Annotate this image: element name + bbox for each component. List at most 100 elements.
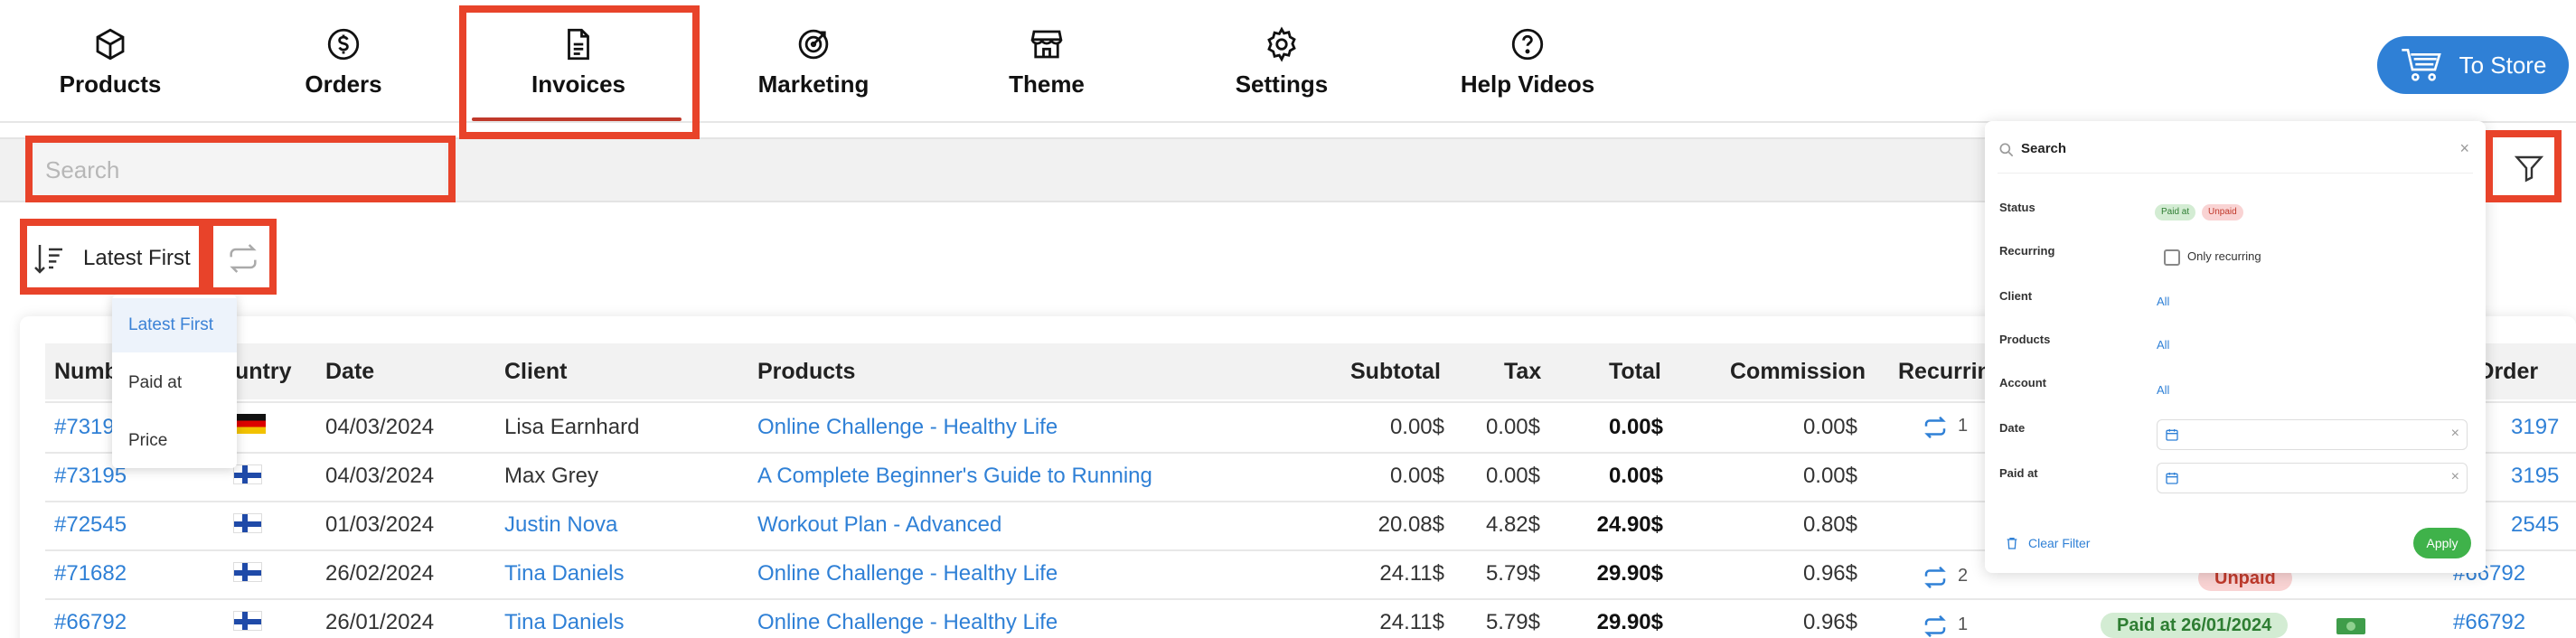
flag-finland-icon <box>233 513 262 533</box>
tax: 0.00$ <box>1485 464 1540 488</box>
filter-label-account: Account <box>1999 376 2046 389</box>
recurring-icon <box>1924 615 1946 638</box>
col-date[interactable]: Date <box>325 343 374 399</box>
tab-marketing-label: Marketing <box>757 70 870 98</box>
filter-label-client: Client <box>1999 289 2033 303</box>
order-link[interactable]: #66792 <box>2453 598 2525 638</box>
clear-date-icon[interactable]: × <box>2451 426 2459 442</box>
client-link[interactable]: Justin Nova <box>504 501 617 549</box>
invoice-number[interactable]: #66792 <box>54 598 127 638</box>
clear-paid-at-icon[interactable]: × <box>2451 469 2459 485</box>
tax: 5.79$ <box>1485 610 1540 634</box>
tab-help-videos-label: Help Videos <box>1460 70 1595 98</box>
order-link[interactable]: 3197 <box>2511 403 2559 452</box>
client-all-link[interactable]: All <box>2157 295 2169 308</box>
total: 24.90$ <box>1596 512 1663 537</box>
filter-label-date: Date <box>1999 421 2026 435</box>
invoice-date: 04/03/2024 <box>325 464 435 488</box>
sort-option-latest-first[interactable]: Latest First <box>112 298 237 352</box>
status-chip-unpaid[interactable]: Unpaid <box>2202 204 2243 220</box>
tab-settings[interactable]: Settings <box>1218 0 1345 123</box>
total: 0.00$ <box>1608 415 1663 439</box>
invoice-number[interactable]: #7319 <box>54 403 115 452</box>
sort-option-price[interactable]: Price <box>112 414 237 468</box>
to-store-label: To Store <box>2458 51 2547 79</box>
col-total[interactable]: Total <box>1609 343 1661 399</box>
product-link[interactable]: Online Challenge - Healthy Life <box>757 549 1058 598</box>
col-order[interactable]: Order <box>2477 343 2538 399</box>
apply-button[interactable]: Apply <box>2413 528 2471 558</box>
col-subtotal[interactable]: Subtotal <box>1350 343 1441 399</box>
tax: 5.79$ <box>1485 561 1540 586</box>
filter-label-status: Status <box>1999 201 2035 214</box>
search-icon <box>1999 143 2014 157</box>
filter-panel <box>1985 121 2486 573</box>
subtotal: 24.11$ <box>1379 561 1444 586</box>
recurring-count: 1 <box>1958 416 1969 436</box>
invoice-date: 04/03/2024 <box>325 415 435 439</box>
invoice-date: 01/03/2024 <box>325 512 435 537</box>
paid-at-field[interactable]: × <box>2157 463 2468 493</box>
commission: 0.96$ <box>1802 561 1857 586</box>
subtotal: 20.08$ <box>1377 512 1444 537</box>
commission: 0.00$ <box>1802 464 1857 488</box>
shop-icon <box>1030 30 1063 59</box>
clear-filter-button[interactable]: Clear Filter <box>2005 535 2090 551</box>
tax: 4.82$ <box>1485 512 1540 537</box>
filter-search[interactable]: Search × <box>1998 132 2473 174</box>
tab-theme[interactable]: Theme <box>983 0 1110 123</box>
invoice-date: 26/02/2024 <box>325 561 435 586</box>
tab-theme-label: Theme <box>1009 70 1085 98</box>
product-link[interactable]: Online Challenge - Healthy Life <box>757 598 1058 638</box>
only-recurring-checkbox[interactable] <box>2164 249 2180 266</box>
annotation-box-recurring <box>206 219 277 295</box>
invoice-date: 26/01/2024 <box>325 610 435 634</box>
sort-option-paid-at[interactable]: Paid at <box>112 356 237 410</box>
commission: 0.00$ <box>1802 415 1857 439</box>
commission: 0.96$ <box>1802 610 1857 634</box>
annotation-box-invoices-tab <box>459 5 700 139</box>
flag-germany-icon <box>237 414 266 434</box>
tab-orders[interactable]: Orders <box>280 0 407 123</box>
tab-help-videos[interactable]: Help Videos <box>1446 0 1609 123</box>
recurring-icon <box>1924 566 1946 589</box>
flag-finland-icon <box>233 611 262 631</box>
product-link[interactable]: A Complete Beginner's Guide to Running <box>757 452 1152 501</box>
product-link[interactable]: Online Challenge - Healthy Life <box>757 403 1058 452</box>
col-tax[interactable]: Tax <box>1504 343 1541 399</box>
products-all-link[interactable]: All <box>2157 338 2169 352</box>
recurring-count: 2 <box>1958 566 1969 586</box>
col-products[interactable]: Products <box>757 343 855 399</box>
filter-label-recurring: Recurring <box>1999 244 2055 258</box>
subtotal: 0.00$ <box>1389 415 1444 439</box>
calendar-icon <box>2166 473 2178 484</box>
top-nav: Products Orders Invoices Marketing Theme… <box>0 0 2576 123</box>
order-link[interactable]: 2545 <box>2511 501 2559 549</box>
tab-products-label: Products <box>59 70 162 98</box>
subtotal: 0.00$ <box>1389 464 1444 488</box>
product-link[interactable]: Workout Plan - Advanced <box>757 501 1001 549</box>
col-client[interactable]: Client <box>504 343 567 399</box>
col-recurring[interactable]: Recurrin <box>1898 343 1991 399</box>
invoice-number[interactable]: #72545 <box>54 501 127 549</box>
flag-finland-icon <box>233 464 262 484</box>
col-commission[interactable]: Commission <box>1730 343 1866 399</box>
col-country[interactable]: untry <box>235 343 292 399</box>
status-chip-paid[interactable]: Paid at <box>2155 204 2196 220</box>
app-root: Products Orders Invoices Marketing Theme… <box>0 0 2576 638</box>
order-link[interactable]: 3195 <box>2511 452 2559 501</box>
date-field[interactable]: × <box>2157 419 2468 450</box>
tab-marketing[interactable]: Marketing <box>741 0 886 123</box>
account-all-link[interactable]: All <box>2157 383 2169 397</box>
invoice-number[interactable]: #71682 <box>54 549 127 598</box>
subtotal: 24.11$ <box>1379 610 1444 634</box>
tab-products[interactable]: Products <box>47 0 174 123</box>
client-link[interactable]: Tina Daniels <box>504 598 625 638</box>
total: 29.90$ <box>1596 561 1663 586</box>
client-link[interactable]: Tina Daniels <box>504 549 625 598</box>
only-recurring-label: Only recurring <box>2187 249 2261 263</box>
close-icon[interactable]: × <box>2459 139 2469 158</box>
col-number[interactable]: Numb <box>54 343 118 399</box>
to-store-button[interactable]: To Store <box>2377 36 2569 94</box>
cash-icon <box>2336 618 2365 634</box>
